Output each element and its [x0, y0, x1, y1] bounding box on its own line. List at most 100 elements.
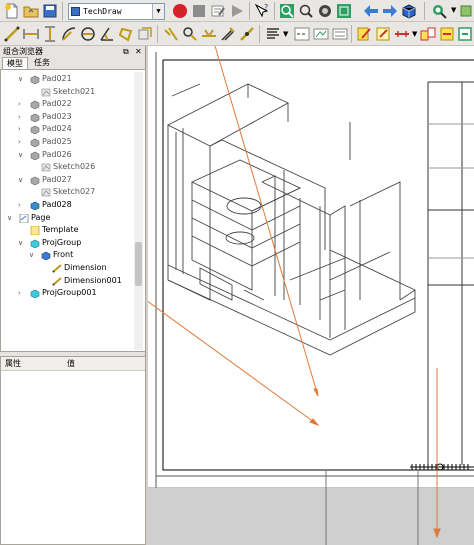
zoom-icon[interactable] — [430, 2, 448, 20]
dimension-horizontal-icon[interactable] — [22, 25, 40, 43]
cosmetic-vertex-icon[interactable] — [238, 25, 256, 43]
panel-title-bar: 组合浏览器 ⧉ ✕ — [0, 46, 146, 57]
dimension-link-icon[interactable] — [136, 25, 154, 43]
close-icon[interactable]: ✕ — [135, 46, 142, 57]
tree-item-label: Pad025 — [42, 137, 72, 146]
annotation-icon[interactable] — [264, 25, 282, 43]
sketch-icon — [41, 188, 51, 197]
expand-arrow-icon[interactable]: ∨ — [18, 174, 26, 186]
centerline-icon[interactable] — [293, 25, 311, 43]
record-macro-icon[interactable] — [171, 2, 189, 20]
workbench-select[interactable]: TechDraw ▼ — [68, 3, 165, 20]
collapse-arrow-icon[interactable]: › — [18, 287, 26, 299]
tree-item-label: Dimension001 — [64, 275, 122, 285]
expand-arrow-icon[interactable]: ∨ — [7, 212, 15, 224]
dimension-diameter-icon[interactable] — [79, 25, 97, 43]
scrollbar-thumb[interactable] — [135, 242, 142, 286]
export-svg-icon[interactable] — [312, 25, 330, 43]
chevron-down-icon[interactable]: ▼ — [451, 6, 456, 14]
sync-view-icon[interactable] — [457, 2, 474, 20]
property-header: 属性 值 — [1, 357, 145, 371]
collapse-arrow-icon[interactable]: › — [18, 199, 26, 211]
toolbar-row-techdraw: ▼ ▼ — [0, 22, 474, 46]
redraw-icon[interactable] — [355, 25, 373, 43]
clip-group-icon[interactable] — [456, 25, 474, 43]
balloon-icon[interactable] — [162, 25, 180, 43]
dimension-radius-icon[interactable] — [60, 25, 78, 43]
export-dxf-icon[interactable] — [331, 25, 349, 43]
view-icon — [41, 251, 51, 261]
projgroup-icon — [30, 289, 40, 299]
collapse-arrow-icon[interactable]: › — [18, 123, 26, 135]
expand-arrow-icon[interactable]: ∨ — [29, 249, 37, 261]
dimension-vertical-icon[interactable] — [41, 25, 59, 43]
tree-item-label: Sketch021 — [53, 86, 96, 96]
open-folder-icon[interactable] — [22, 2, 40, 20]
tree-item-label: Dimension — [64, 263, 107, 272]
whats-this-icon[interactable]: ? — [253, 2, 271, 20]
dimension-icon — [52, 276, 62, 286]
box-selection-icon[interactable] — [335, 2, 353, 20]
pad-icon — [30, 176, 40, 186]
tree-item-label: Pad023 — [42, 111, 72, 121]
drawing-page — [148, 46, 474, 545]
page-icon — [19, 213, 29, 223]
new-document-icon[interactable] — [3, 2, 21, 20]
tree-item-label: Sketch026 — [53, 162, 96, 172]
template-icon — [30, 225, 40, 236]
fit-all-icon[interactable] — [278, 2, 296, 20]
dimension-length-icon[interactable] — [3, 25, 21, 43]
chevron-down-icon[interactable]: ▼ — [283, 30, 288, 38]
tab-model[interactable]: 模型 — [2, 57, 28, 69]
leader-icon[interactable] — [181, 25, 199, 43]
chevron-down-icon: ▼ — [152, 4, 164, 19]
stop-macro-icon[interactable] — [190, 2, 208, 20]
tree-item-label: Pad027 — [42, 174, 72, 184]
edit-macro-icon[interactable] — [209, 2, 227, 20]
drawing-canvas[interactable] — [148, 46, 474, 545]
pad-icon — [30, 113, 40, 123]
projection-group-icon[interactable] — [393, 25, 411, 43]
dimension-angle-icon[interactable] — [98, 25, 116, 43]
tree-item-label: Template — [42, 225, 79, 235]
back-arrow-icon[interactable] — [362, 2, 380, 20]
draw-style-icon[interactable] — [316, 2, 334, 20]
expand-arrow-icon[interactable]: ∨ — [18, 237, 26, 249]
property-column-header[interactable]: 属性 — [5, 357, 21, 371]
fit-selection-icon[interactable] — [297, 2, 315, 20]
tree-scrollbar[interactable] — [134, 72, 143, 350]
model-tree: ∨ Pad021 Sketch021 › Pad022 › Pad023 › Pad024 › Pa… — [0, 69, 146, 352]
toggle-frames-icon[interactable] — [374, 25, 392, 43]
chevron-down-icon[interactable]: ▼ — [412, 30, 417, 38]
expand-arrow-icon[interactable]: ∨ — [18, 73, 26, 85]
tree-item-label: Pad022 — [42, 99, 72, 109]
tab-tasks[interactable]: 任务 — [30, 57, 54, 69]
float-panel-icon[interactable]: ⧉ — [123, 46, 129, 57]
weld-symbol-icon[interactable] — [200, 25, 218, 43]
view-cube-icon[interactable] — [400, 2, 418, 20]
pad-icon — [30, 138, 40, 148]
pad-icon — [30, 100, 40, 110]
value-column-header[interactable]: 值 — [67, 357, 75, 371]
hatch-icon[interactable] — [219, 25, 237, 43]
save-icon[interactable] — [41, 2, 59, 20]
collapse-arrow-icon[interactable]: › — [18, 111, 26, 123]
pad-icon — [30, 151, 40, 160]
tree-item-label: Front — [53, 250, 74, 260]
workbench-select-value: TechDraw — [83, 7, 122, 16]
detail-view-icon[interactable] — [438, 25, 456, 43]
forward-arrow-icon[interactable] — [381, 2, 399, 20]
collapse-arrow-icon[interactable]: › — [18, 136, 26, 148]
run-macro-icon[interactable] — [228, 2, 246, 20]
tree-item-label: Pad028 — [42, 200, 72, 209]
tree-item-label: ProjGroup — [42, 237, 82, 247]
collapse-arrow-icon[interactable]: › — [18, 98, 26, 110]
techdraw-icon — [71, 7, 80, 16]
toolbar-row-main: TechDraw ▼ ? ▼ — [0, 0, 474, 22]
pad-active-icon — [30, 201, 40, 211]
combo-view-panel: 组合浏览器 ⧉ ✕ 模型 任务 ∨ Pad021 Sketch021 › Pad022 ›… — [0, 46, 146, 545]
tree-item-label: Pad026 — [42, 149, 72, 159]
expand-arrow-icon[interactable]: ∨ — [18, 149, 26, 161]
dimension-3pt-angle-icon[interactable] — [117, 25, 135, 43]
view-section-icon[interactable] — [419, 25, 437, 43]
